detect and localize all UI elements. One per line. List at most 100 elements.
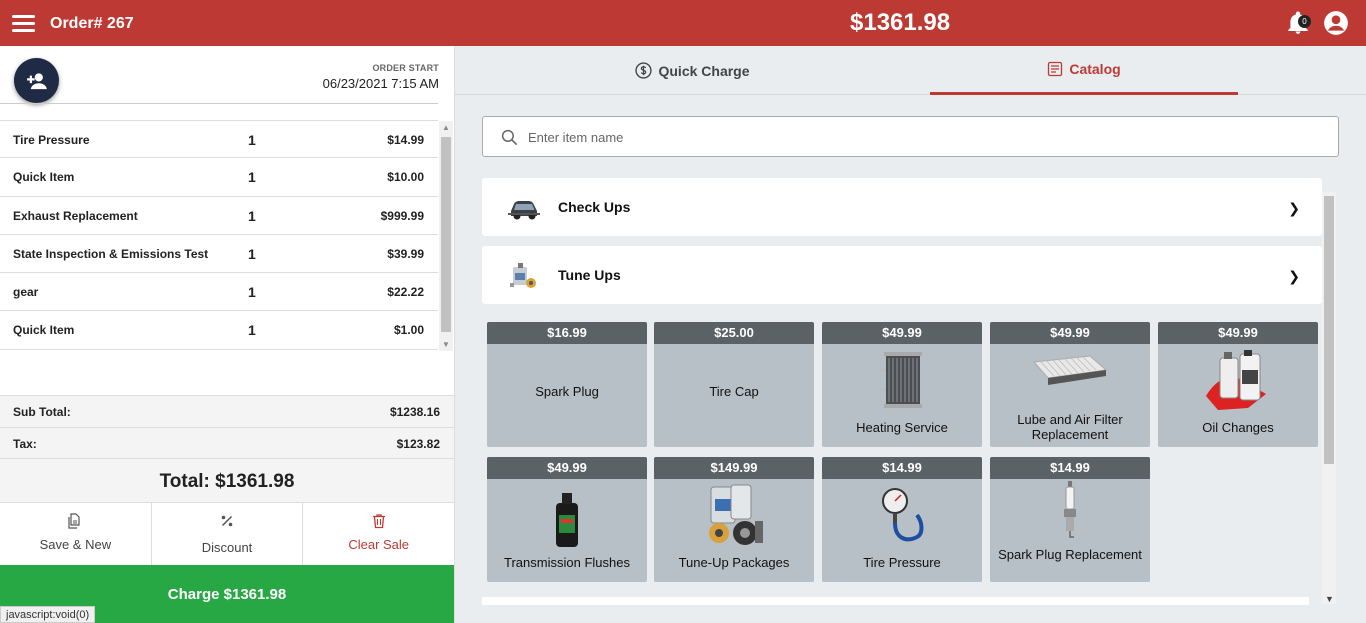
search-input[interactable] — [528, 126, 1308, 148]
save-document-icon — [68, 513, 80, 529]
subtotal-value: $1238.16 — [389, 405, 440, 419]
catalog-list-icon — [1048, 61, 1063, 77]
catalog-tile-tire-cap[interactable]: $25.00 Tire Cap — [654, 322, 814, 447]
subtotal-row: Sub Total: $1238.16 — [0, 395, 454, 427]
order-item-row[interactable]: Tire Pressure 1 $14.99 — [0, 120, 438, 159]
tax-row: Tax: $123.82 — [0, 427, 454, 459]
tile-price: $14.99 — [990, 457, 1150, 479]
scroll-up-arrow-icon[interactable]: ▲ — [442, 123, 450, 132]
dollar-circle-icon — [635, 62, 653, 79]
tile-price: $16.99 — [487, 322, 647, 344]
scroll-down-arrow-icon[interactable]: ▼ — [442, 340, 450, 349]
order-item-row[interactable]: State Inspection & Emissions Test 1 $39.… — [0, 235, 438, 274]
chevron-right-icon: ❯ — [1288, 200, 1300, 216]
item-name: gear — [13, 285, 39, 300]
tile-name: Tire Pressure — [863, 555, 941, 570]
category-check-ups[interactable]: Check Ups ❯ — [482, 178, 1322, 236]
item-price: $10.00 — [387, 170, 424, 185]
tile-name: Lube and Air Filter Replacement — [1017, 412, 1123, 442]
order-item-row[interactable]: Quick Item 1 $1.00 — [0, 311, 438, 350]
scrollbar-thumb[interactable] — [1324, 196, 1334, 464]
item-name: Quick Item — [13, 170, 75, 185]
item-quantity: 1 — [248, 207, 256, 224]
save-new-button[interactable]: Save & New — [0, 503, 152, 565]
category-label: Tune Ups — [558, 267, 621, 283]
top-bar: Order# 267 $1361.98 0 — [0, 0, 1366, 46]
item-quantity: 1 — [248, 169, 256, 186]
tile-name: Tire Cap — [709, 384, 759, 399]
clear-sale-button[interactable]: Clear Sale — [303, 503, 454, 565]
item-price: $22.22 — [387, 285, 424, 300]
discount-label: Discount — [201, 540, 253, 555]
tile-price: $25.00 — [654, 322, 814, 344]
order-item-row[interactable]: gear 1 $22.22 — [0, 273, 438, 312]
catalog-tile-tune-up-packages[interactable]: $149.99 Tune-Up Packages — [654, 457, 814, 582]
category-tune-ups[interactable]: Tune Ups ❯ — [482, 246, 1322, 304]
car-icon — [508, 201, 540, 220]
next-category-row — [482, 597, 1309, 605]
radiator-icon — [880, 352, 922, 408]
order-start-value: 06/23/2021 7:15 AM — [322, 76, 439, 91]
save-new-label: Save & New — [39, 537, 112, 552]
order-start-label: ORDER START — [372, 63, 439, 73]
item-quantity: 1 — [248, 245, 256, 262]
status-bar-link: javascript:void(0) — [0, 606, 96, 623]
tile-price: $49.99 — [822, 322, 982, 344]
tile-name: Spark Plug Replacement — [998, 547, 1142, 562]
item-quantity: 1 — [248, 132, 256, 148]
item-price: $39.99 — [387, 246, 424, 261]
tile-price: $49.99 — [487, 457, 647, 479]
catalog-tile-lube-air-filter[interactable]: $49.99 Lube and Air Filter Replacement — [990, 322, 1150, 447]
item-name: State Inspection & Emissions Test — [13, 246, 209, 261]
scroll-down-arrow-icon[interactable]: ▼ — [1325, 594, 1334, 604]
catalog-tile-spark-plug-replacement[interactable]: $14.99 Spark Plug Replacement — [990, 457, 1150, 582]
catalog-tile-oil-changes[interactable]: $49.99 Oil Changes — [1158, 322, 1318, 447]
tile-price: $149.99 — [654, 457, 814, 479]
tile-price: $14.99 — [822, 457, 982, 479]
tile-name: Spark Plug — [535, 384, 599, 399]
oil-bottles-icon — [1206, 350, 1266, 410]
spark-plug-icon — [1064, 481, 1076, 538]
tab-catalog[interactable]: Catalog — [930, 46, 1238, 95]
order-total: Total: $1361.98 — [0, 458, 454, 502]
subtotal-label: Sub Total: — [13, 405, 71, 419]
order-list-scrollbar[interactable]: ▲ ▼ — [439, 121, 453, 351]
category-label: Check Ups — [558, 199, 631, 215]
catalog-tile-transmission-flushes[interactable]: $49.99 Transmission Flushes — [487, 457, 647, 582]
scrollbar-thumb[interactable] — [441, 137, 451, 332]
item-quantity: 1 — [248, 322, 256, 339]
tab-catalog-label: Catalog — [1069, 61, 1121, 77]
tab-quick-charge-label: Quick Charge — [658, 62, 750, 79]
add-customer-button[interactable] — [14, 58, 59, 103]
order-item-row[interactable]: Exhaust Replacement 1 $999.99 — [0, 197, 438, 235]
item-name: Tire Pressure — [13, 133, 90, 147]
catalog-scrollbar[interactable]: ▼ — [1322, 192, 1336, 604]
notification-badge: 0 — [1298, 15, 1311, 28]
order-title: Order# 267 — [50, 15, 134, 32]
item-name: Exhaust Replacement — [13, 208, 138, 223]
catalog-tile-tire-pressure[interactable]: $14.99 Tire Pressure — [822, 457, 982, 582]
tire-gauge-icon — [882, 488, 924, 542]
tab-quick-charge[interactable]: Quick Charge — [455, 46, 930, 95]
menu-icon[interactable] — [12, 15, 35, 32]
percent-icon — [221, 515, 233, 527]
item-price: $999.99 — [380, 208, 424, 223]
clear-sale-label: Clear Sale — [348, 537, 410, 552]
user-account-icon[interactable] — [1323, 10, 1349, 36]
order-actions: Save & New Discount Clear Sale — [0, 502, 454, 565]
item-quantity: 1 — [248, 284, 256, 301]
catalog-tile-heating-service[interactable]: $49.99 Heating Service — [822, 322, 982, 447]
tile-name: Transmission Flushes — [504, 555, 630, 570]
order-items-list: Tire Pressure 1 $14.99 Quick Item 1 $10.… — [0, 103, 438, 350]
tile-name: Tune-Up Packages — [678, 555, 790, 570]
catalog-tile-spark-plug[interactable]: $16.99 Spark Plug — [487, 322, 647, 447]
catalog-panel: Quick Charge Catalog Check Ups ❯ Tune Up… — [455, 46, 1366, 623]
item-name: Quick Item — [13, 323, 75, 338]
discount-button[interactable]: Discount — [152, 503, 304, 565]
tax-label: Tax: — [13, 437, 37, 451]
air-filter-icon — [1032, 355, 1108, 385]
trash-icon — [372, 514, 385, 529]
order-item-row[interactable]: Quick Item 1 $10.00 — [0, 158, 438, 197]
search-box — [482, 116, 1339, 157]
item-price: $14.99 — [387, 133, 424, 147]
